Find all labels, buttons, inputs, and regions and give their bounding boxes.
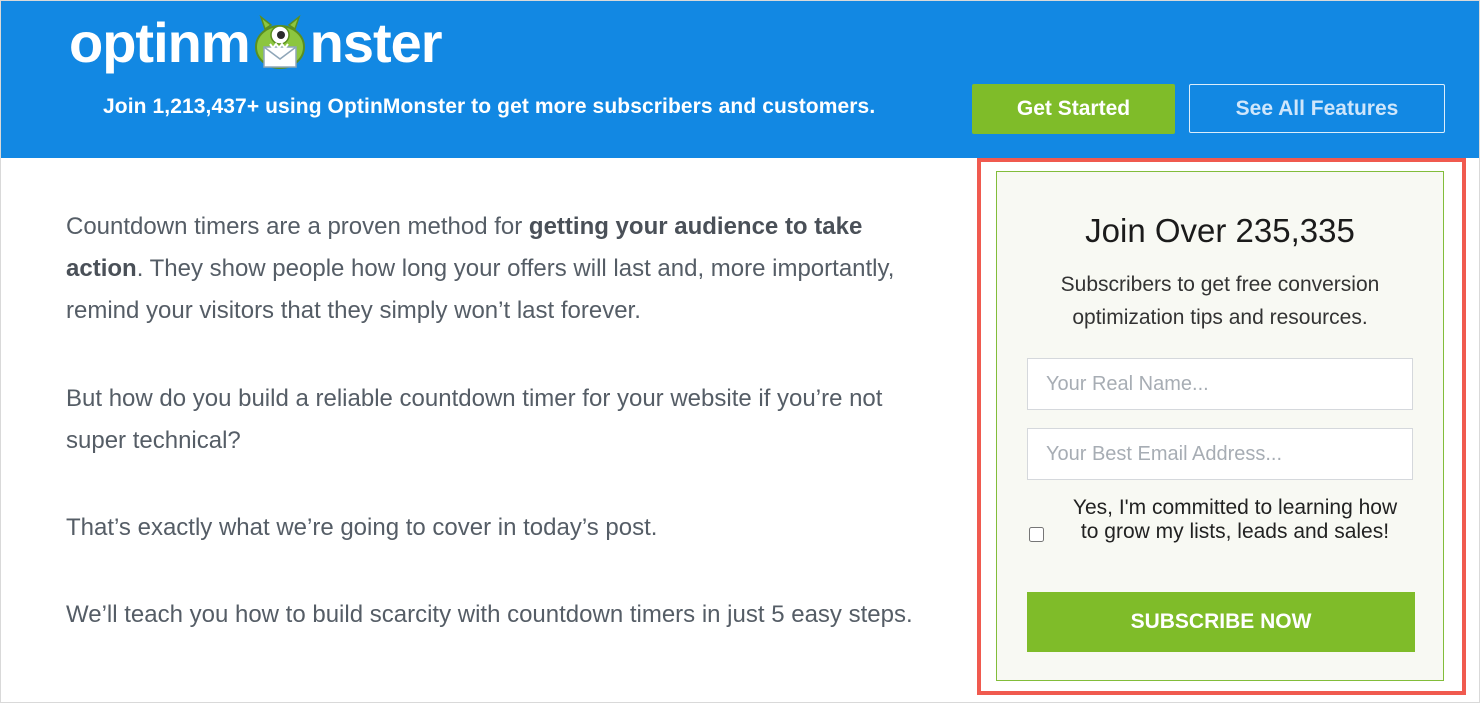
optin-form: Join Over 235,335 Subscribers to get fre… bbox=[996, 171, 1444, 681]
name-input[interactable] bbox=[1027, 358, 1413, 410]
subscribe-button[interactable]: SUBSCRIBE NOW bbox=[1027, 592, 1415, 652]
paragraph-text: Countdown timers are a proven method for bbox=[66, 213, 529, 240]
article-paragraph-4: We’ll teach you how to build scarcity wi… bbox=[66, 601, 913, 628]
paragraph-text: . They show people how long your offers … bbox=[66, 255, 895, 324]
monster-mascot-icon bbox=[251, 13, 309, 71]
header-tagline: Join 1,213,437+ using OptinMonster to ge… bbox=[103, 95, 876, 118]
page: optinm nster Join 1,213,437+ using Optin… bbox=[0, 0, 1480, 703]
article-paragraph-1: Countdown timers are a proven method for… bbox=[66, 206, 926, 332]
article-paragraph-2: But how do you build a reliable countdow… bbox=[66, 385, 883, 454]
get-started-button[interactable]: Get Started bbox=[972, 84, 1175, 134]
see-all-features-button[interactable]: See All Features bbox=[1189, 84, 1445, 133]
site-header: optinm nster Join 1,213,437+ using Optin… bbox=[1, 1, 1479, 158]
commitment-checkbox[interactable] bbox=[1029, 527, 1044, 542]
commitment-checkbox-label: Yes, I'm committed to learning how to gr… bbox=[1072, 496, 1398, 543]
optin-title: Join Over 235,335 bbox=[1085, 212, 1355, 249]
optin-subtitle: Subscribers to get free conversion optim… bbox=[1060, 273, 1380, 329]
email-input[interactable] bbox=[1027, 428, 1413, 480]
article-paragraph-3: That’s exactly what we’re going to cover… bbox=[66, 514, 658, 541]
logo-text-prefix: optinm bbox=[69, 10, 251, 74]
logo-text-suffix: nster bbox=[309, 10, 443, 74]
optinmonster-logo[interactable]: optinm nster bbox=[69, 10, 443, 74]
